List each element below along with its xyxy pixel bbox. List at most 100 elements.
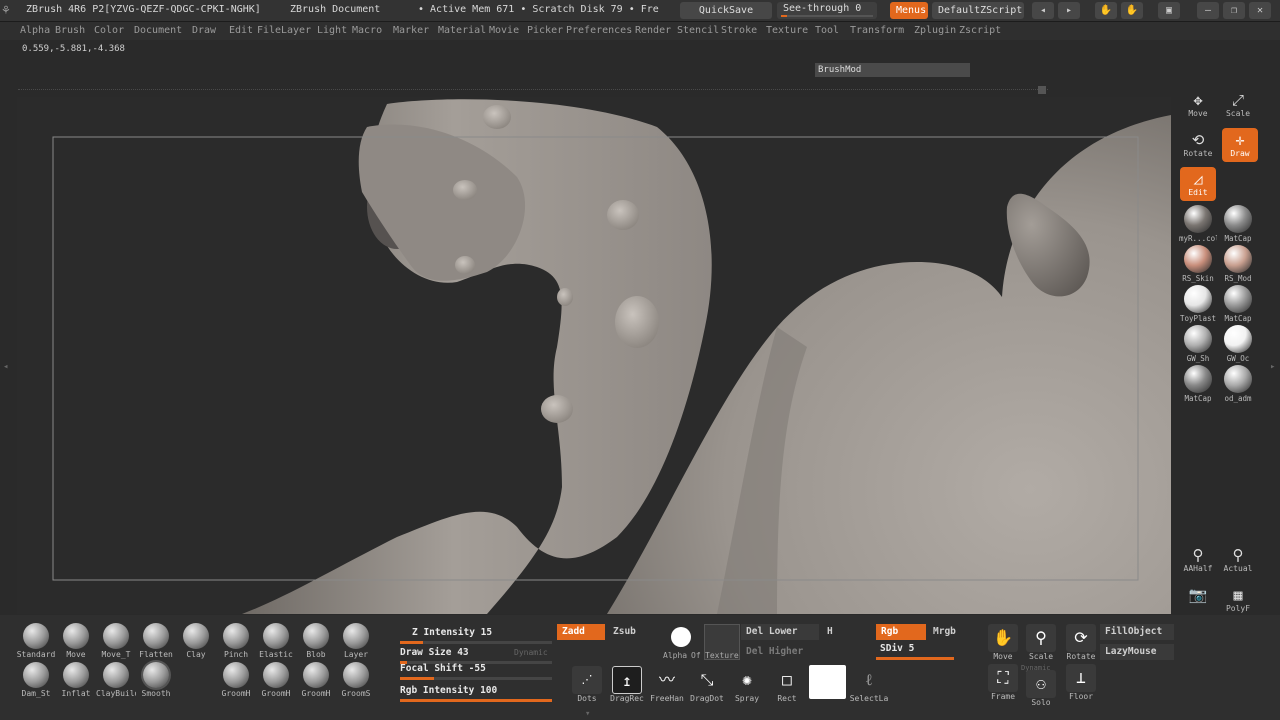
solo-button[interactable]: ⚇ Solo bbox=[1021, 670, 1061, 710]
menu-draw[interactable]: Draw bbox=[192, 25, 216, 36]
shelf-move-button[interactable]: ✥ Move bbox=[1180, 88, 1216, 122]
left-tray-arrow-icon[interactable]: ◂ bbox=[3, 362, 8, 372]
divider-handle[interactable] bbox=[1038, 86, 1046, 94]
menu-zscript[interactable]: Zscript bbox=[959, 25, 1001, 36]
brush-groomh[interactable]: GroomH bbox=[296, 660, 336, 700]
material-6[interactable]: GW_Sh bbox=[1179, 325, 1217, 365]
menu-preferences[interactable]: Preferences bbox=[566, 25, 632, 36]
brush-standard[interactable]: Standard bbox=[16, 621, 56, 661]
close-icon[interactable]: ✕ bbox=[1249, 2, 1271, 19]
nav-move-button[interactable]: ✋ Move bbox=[983, 624, 1023, 664]
dots-stroke-button[interactable]: ⋰ Dots bbox=[567, 666, 607, 706]
spray-stroke-button[interactable]: ✺ Spray bbox=[727, 666, 767, 706]
menu-layer[interactable]: Layer bbox=[281, 25, 311, 36]
shelf-edit-button[interactable]: ◿ Edit bbox=[1180, 167, 1216, 201]
see-through-slider[interactable]: See-through 0 bbox=[777, 2, 877, 19]
brush-claybuild[interactable]: ClayBuild bbox=[96, 660, 136, 700]
shelf-scale-button[interactable]: ⤢ Scale bbox=[1220, 88, 1256, 122]
menu-document[interactable]: Document bbox=[134, 25, 182, 36]
selectlasso-button[interactable]: ℓ SelectLa bbox=[849, 666, 889, 706]
fill-object-button[interactable]: FillObject bbox=[1100, 624, 1174, 640]
brush-flatten[interactable]: Flatten bbox=[136, 621, 176, 661]
brush-pinch[interactable]: Pinch bbox=[216, 621, 256, 661]
restore-icon[interactable]: ❐ bbox=[1223, 2, 1245, 19]
shelf-draw-button[interactable]: ✛ Draw bbox=[1222, 128, 1258, 162]
rect-selection-button[interactable]: □ Rect bbox=[767, 666, 807, 706]
next-layout-icon[interactable]: ▸ bbox=[1058, 2, 1080, 19]
minimize-icon[interactable]: – bbox=[1197, 2, 1219, 19]
material-2[interactable]: RS_Skin bbox=[1179, 245, 1217, 285]
brush-blob[interactable]: Blob bbox=[296, 621, 336, 661]
rgb-toggle[interactable]: Rgb bbox=[876, 624, 926, 640]
brush-groomh[interactable]: GroomH bbox=[256, 660, 296, 700]
menu-zplugin[interactable]: Zplugin bbox=[914, 25, 956, 36]
hands-icon[interactable]: ✋ bbox=[1095, 2, 1117, 19]
menu-picker[interactable]: Picker bbox=[527, 25, 563, 36]
zsub-toggle[interactable]: Zsub bbox=[608, 624, 641, 640]
brush-move-t[interactable]: Move_T bbox=[96, 621, 136, 661]
menu-alpha[interactable]: Alpha bbox=[20, 25, 50, 36]
material-5[interactable]: MatCap bbox=[1219, 285, 1257, 325]
save-icon[interactable]: ▣ bbox=[1158, 2, 1180, 19]
freehand-stroke-button[interactable]: 〰 FreeHan bbox=[647, 666, 687, 706]
brush-groomh[interactable]: GroomH bbox=[216, 660, 256, 700]
material-0[interactable]: myR...col bbox=[1179, 205, 1217, 245]
material-1[interactable]: MatCap bbox=[1219, 205, 1257, 245]
brush-clay[interactable]: Clay bbox=[176, 621, 216, 661]
nav-rotate-button[interactable]: ⟳ Rotate bbox=[1061, 624, 1101, 664]
prev-layout-icon[interactable]: ◂ bbox=[1032, 2, 1054, 19]
brush-dam-st[interactable]: Dam_St bbox=[16, 660, 56, 700]
material-9[interactable]: od_adm bbox=[1219, 365, 1257, 405]
menu-tool[interactable]: Tool bbox=[815, 25, 839, 36]
nav-scale-button[interactable]: ⚲ Scale bbox=[1021, 624, 1061, 664]
alpha-thumbnail[interactable] bbox=[671, 627, 691, 647]
material-4[interactable]: ToyPlast bbox=[1179, 285, 1217, 325]
menu-color[interactable]: Color bbox=[94, 25, 124, 36]
menu-material[interactable]: Material bbox=[438, 25, 486, 36]
dragdot-stroke-button[interactable]: ⤡ DragDot bbox=[687, 666, 727, 706]
shelf-actual-button[interactable]: ⚲ Actual bbox=[1220, 543, 1256, 577]
brush-layer[interactable]: Layer bbox=[336, 621, 376, 661]
material-7[interactable]: GW_Oc bbox=[1219, 325, 1257, 365]
document-canvas[interactable] bbox=[17, 97, 1171, 614]
right-tray-arrow-icon[interactable]: ▸ bbox=[1270, 362, 1275, 372]
del-lower-button[interactable]: Del Lower bbox=[741, 624, 819, 640]
menu-marker[interactable]: Marker bbox=[393, 25, 429, 36]
menu-movie[interactable]: Movie bbox=[489, 25, 519, 36]
quicksave-button[interactable]: QuickSave bbox=[680, 2, 772, 19]
menu-macro[interactable]: Macro bbox=[352, 25, 382, 36]
del-higher-button[interactable]: Del Higher bbox=[741, 644, 808, 660]
z-intensity-slider[interactable]: Z Intensity 15 bbox=[400, 626, 552, 646]
shelf-aahalf-button[interactable]: ⚲ AAHalf bbox=[1180, 543, 1216, 577]
brush-inflat[interactable]: Inflat bbox=[56, 660, 96, 700]
brushmod-field[interactable]: BrushMod bbox=[815, 63, 970, 77]
color-swatch[interactable] bbox=[809, 665, 846, 699]
frame-button[interactable]: ⛶ Frame bbox=[983, 664, 1023, 704]
menu-transform[interactable]: Transform bbox=[850, 25, 904, 36]
menu-file[interactable]: File bbox=[257, 25, 281, 36]
shelf-rotate-button[interactable]: ⟲ Rotate bbox=[1180, 128, 1216, 162]
shelf-polyframe-button[interactable]: ▦ PolyF bbox=[1220, 583, 1256, 617]
menu-light[interactable]: Light bbox=[317, 25, 347, 36]
menu-texture[interactable]: Texture bbox=[766, 25, 808, 36]
default-zscript-button[interactable]: DefaultZScript bbox=[932, 2, 1024, 19]
menu-edit[interactable]: Edit bbox=[229, 25, 253, 36]
hands-alt-icon[interactable]: ✋ bbox=[1121, 2, 1143, 19]
floor-button[interactable]: ⊥ Floor bbox=[1061, 664, 1101, 704]
higher-sub-button[interactable]: H bbox=[822, 624, 838, 640]
zadd-toggle[interactable]: Zadd bbox=[557, 624, 605, 640]
mrgb-toggle[interactable]: Mrgb bbox=[928, 624, 961, 640]
material-8[interactable]: MatCap bbox=[1179, 365, 1217, 405]
menu-stencil[interactable]: Stencil bbox=[677, 25, 719, 36]
sdiv-slider[interactable]: SDiv 5 bbox=[876, 642, 954, 662]
shelf-camera-button[interactable]: 📷 bbox=[1180, 583, 1216, 617]
brush-smooth[interactable]: Smooth bbox=[136, 660, 176, 700]
focal-shift-slider[interactable]: Focal Shift -55 bbox=[400, 662, 552, 682]
brush-move[interactable]: Move bbox=[56, 621, 96, 661]
lazymouse-button[interactable]: LazyMouse bbox=[1100, 644, 1174, 660]
dragrect-stroke-button[interactable]: ↥ DragRec bbox=[607, 666, 647, 706]
rgb-intensity-slider[interactable]: Rgb Intensity 100 bbox=[400, 684, 552, 704]
menu-stroke[interactable]: Stroke bbox=[721, 25, 757, 36]
brush-elastic[interactable]: Elastic bbox=[256, 621, 296, 661]
menu-render[interactable]: Render bbox=[635, 25, 671, 36]
